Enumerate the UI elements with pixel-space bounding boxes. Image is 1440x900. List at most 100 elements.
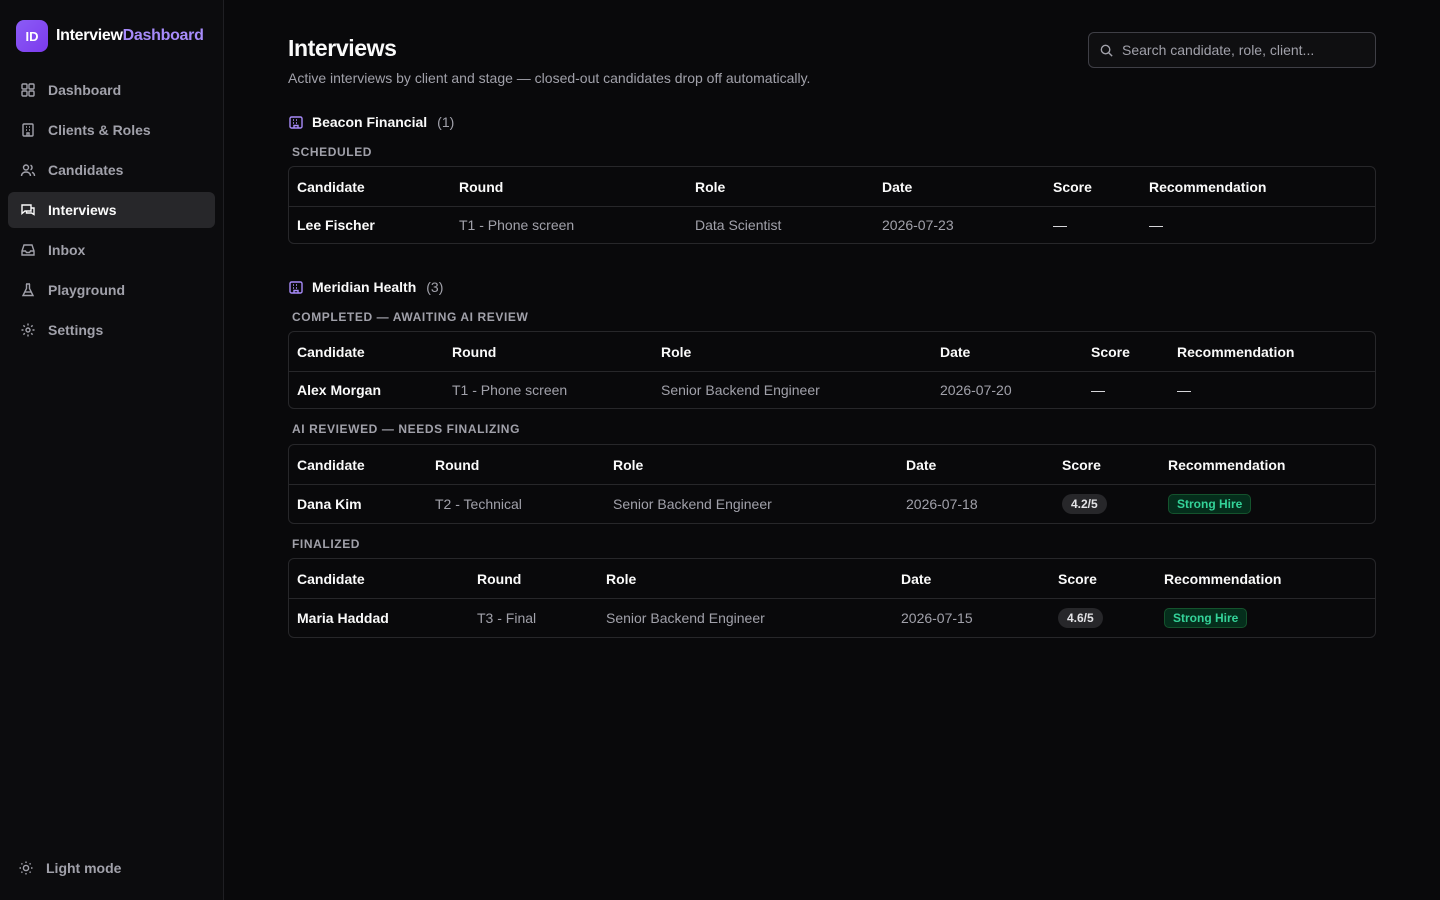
- score-cell: 4.6/5: [1050, 599, 1156, 637]
- sidebar-item-settings[interactable]: Settings: [8, 312, 215, 348]
- table-header-row: Candidate Round Role Date Score Recommen…: [289, 559, 1375, 599]
- brand-name: InterviewDashboard: [56, 27, 204, 45]
- date: 2026-07-15: [901, 610, 973, 626]
- column-header-role: Role: [598, 559, 893, 599]
- column-header-candidate: Candidate: [289, 332, 444, 372]
- stage-label: COMPLETED — AWAITING AI REVIEW: [292, 310, 529, 324]
- gear-icon: [20, 322, 36, 338]
- stage-label: AI REVIEWED — NEEDS FINALIZING: [292, 422, 521, 436]
- column-header-role: Role: [605, 445, 898, 485]
- column-header-recommendation: Recommendation: [1160, 445, 1375, 485]
- column-header-date: Date: [874, 167, 1045, 207]
- table-row[interactable]: Alex Morgan T1 - Phone screen Senior Bac…: [289, 372, 1375, 408]
- page-subtitle: Active interviews by client and stage — …: [288, 70, 811, 86]
- table-row[interactable]: Dana Kim T2 - Technical Senior Backend E…: [289, 485, 1375, 523]
- role: Data Scientist: [695, 217, 782, 233]
- building-icon: [20, 122, 36, 138]
- client-count: (1): [437, 114, 455, 130]
- stage-label: FINALIZED: [292, 537, 361, 551]
- brand-name-second: Dashboard: [122, 27, 204, 44]
- column-header-score: Score: [1050, 559, 1156, 599]
- client-name: Meridian Health: [312, 279, 417, 295]
- sidebar: ID InterviewDashboard Dashboard Clients …: [0, 0, 224, 900]
- column-header-round: Round: [469, 559, 598, 599]
- column-header-role: Role: [653, 332, 932, 372]
- sidebar-item-label: Settings: [48, 322, 104, 338]
- score-badge: 4.2/5: [1062, 494, 1107, 514]
- column-header-round: Round: [451, 167, 687, 207]
- recommendation-cell: Strong Hire: [1160, 485, 1375, 523]
- column-header-round: Round: [444, 332, 653, 372]
- brand-name-first: Interview: [56, 27, 123, 44]
- column-header-score: Score: [1083, 332, 1169, 372]
- sidebar-item-inbox[interactable]: Inbox: [8, 232, 215, 268]
- sidebar-item-dashboard[interactable]: Dashboard: [8, 72, 215, 108]
- table-row[interactable]: Maria Haddad T3 - Final Senior Backend E…: [289, 599, 1375, 637]
- score: —: [1053, 217, 1067, 233]
- recommendation-badge: Strong Hire: [1164, 608, 1248, 628]
- grid-icon: [20, 82, 36, 98]
- sidebar-item-label: Dashboard: [48, 82, 122, 98]
- sidebar-nav: Dashboard Clients & Roles Candidates Int…: [8, 72, 215, 352]
- interviews-table-awaiting-review: Candidate Round Role Date Score Recommen…: [288, 331, 1376, 409]
- candidate-name: Alex Morgan: [297, 382, 382, 398]
- sidebar-item-playground[interactable]: Playground: [8, 272, 215, 308]
- sidebar-item-label: Clients & Roles: [48, 122, 151, 138]
- stage-label: SCHEDULED: [292, 145, 373, 159]
- sidebar-item-label: Playground: [48, 282, 126, 298]
- search-input[interactable]: [1122, 42, 1362, 58]
- search-icon: [1100, 44, 1113, 57]
- sidebar-item-label: Candidates: [48, 162, 124, 178]
- client-count: (3): [426, 279, 444, 295]
- client-name: Beacon Financial: [312, 114, 428, 130]
- sidebar-item-label: Inbox: [48, 242, 86, 258]
- light-mode-label: Light mode: [46, 860, 122, 876]
- candidate-name: Maria Haddad: [297, 610, 389, 626]
- sidebar-item-clients-roles[interactable]: Clients & Roles: [8, 112, 215, 148]
- users-icon: [20, 162, 36, 178]
- column-header-candidate: Candidate: [289, 167, 451, 207]
- page-title: Interviews: [288, 35, 397, 61]
- table-row[interactable]: Lee Fischer T1 - Phone screen Data Scien…: [289, 207, 1375, 243]
- brand-logo: ID: [16, 20, 48, 52]
- building-icon: [289, 116, 303, 129]
- date: 2026-07-18: [906, 496, 978, 512]
- recommendation-cell: Strong Hire: [1156, 599, 1375, 637]
- column-header-date: Date: [898, 445, 1054, 485]
- chat-icon: [20, 202, 36, 218]
- column-header-date: Date: [893, 559, 1050, 599]
- round: T1 - Phone screen: [452, 382, 568, 398]
- candidate-name: Lee Fischer: [297, 217, 375, 233]
- score-cell: 4.2/5: [1054, 485, 1160, 523]
- light-mode-toggle[interactable]: Light mode: [18, 856, 121, 880]
- interviews-table-finalized: Candidate Round Role Date Score Recommen…: [288, 558, 1376, 638]
- client-header-meridian-health: Meridian Health (3): [288, 277, 443, 297]
- recommendation-badge: Strong Hire: [1168, 494, 1252, 514]
- search-box[interactable]: [1088, 32, 1376, 68]
- brand[interactable]: ID InterviewDashboard: [16, 20, 204, 52]
- date: 2026-07-20: [940, 382, 1012, 398]
- table-header-row: Candidate Round Role Date Score Recommen…: [289, 332, 1375, 372]
- table-header-row: Candidate Round Role Date Score Recommen…: [289, 167, 1375, 207]
- role: Senior Backend Engineer: [661, 382, 820, 398]
- column-header-recommendation: Recommendation: [1169, 332, 1375, 372]
- role: Senior Backend Engineer: [613, 496, 772, 512]
- column-header-candidate: Candidate: [289, 559, 469, 599]
- column-header-recommendation: Recommendation: [1156, 559, 1375, 599]
- column-header-score: Score: [1045, 167, 1141, 207]
- inbox-icon: [20, 242, 36, 258]
- sun-icon: [18, 860, 34, 876]
- interviews-table-needs-finalizing: Candidate Round Role Date Score Recommen…: [288, 444, 1376, 524]
- recommendation: —: [1149, 217, 1163, 233]
- round: T2 - Technical: [435, 496, 522, 512]
- column-header-role: Role: [687, 167, 874, 207]
- sidebar-item-candidates[interactable]: Candidates: [8, 152, 215, 188]
- table-header-row: Candidate Round Role Date Score Recommen…: [289, 445, 1375, 485]
- candidate-name: Dana Kim: [297, 496, 362, 512]
- sidebar-item-interviews[interactable]: Interviews: [8, 192, 215, 228]
- client-header-beacon-financial: Beacon Financial (1): [288, 112, 454, 132]
- round: T3 - Final: [477, 610, 537, 626]
- interviews-table-scheduled: Candidate Round Role Date Score Recommen…: [288, 166, 1376, 244]
- sidebar-item-label: Interviews: [48, 202, 117, 218]
- building-icon: [289, 281, 303, 294]
